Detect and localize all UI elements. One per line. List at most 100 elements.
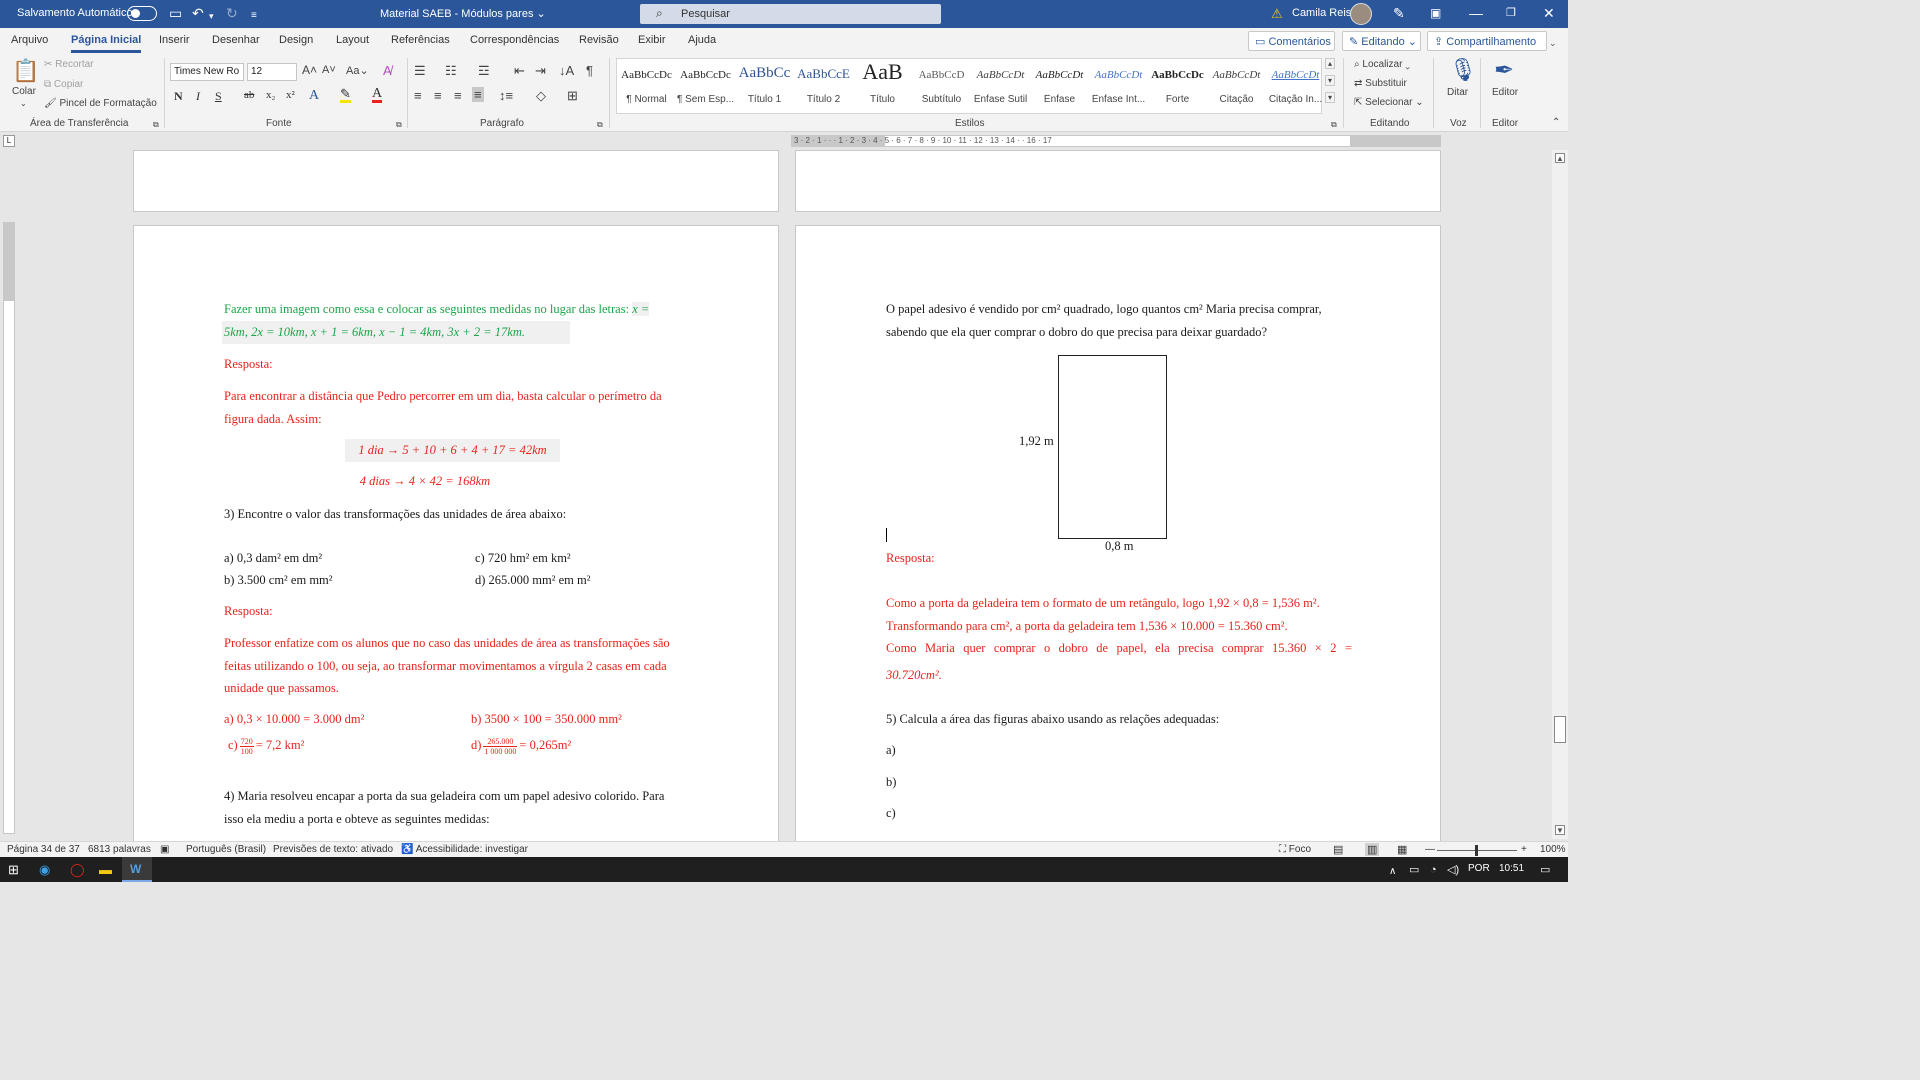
- zoom-level[interactable]: 100%: [1540, 844, 1566, 855]
- align-left-icon[interactable]: ≡: [414, 88, 422, 103]
- print-layout-icon[interactable]: ▥: [1365, 843, 1380, 856]
- style-citacao-intensa[interactable]: AaBbCcDt Citação In...: [1266, 59, 1325, 115]
- paste-button[interactable]: Colar: [12, 86, 36, 97]
- user-name[interactable]: Camila Reis: [1292, 7, 1351, 19]
- edge-icon[interactable]: ◉: [39, 862, 50, 877]
- subscript-icon[interactable]: x₂: [266, 89, 275, 101]
- share-button[interactable]: ⇪ Compartilhamento: [1427, 31, 1547, 51]
- numbering-icon[interactable]: ☷: [445, 63, 457, 79]
- answer-4-paragraph[interactable]: Como a porta da geladeira tem o formato …: [886, 592, 1352, 686]
- equation-one-day[interactable]: 1 dia → 5 + 10 + 6 + 4 + 17 = 42km: [345, 439, 560, 462]
- microphone-icon[interactable]: 🎙: [1449, 57, 1477, 83]
- tray-chevron-icon[interactable]: ∧: [1389, 864, 1396, 879]
- highlight-icon[interactable]: ✎: [340, 87, 351, 103]
- editing-mode-button[interactable]: ✎ Editando ⌄: [1342, 31, 1421, 51]
- style-normal[interactable]: AaBbCcDc ¶ Normal: [617, 59, 676, 115]
- vertical-ruler[interactable]: [3, 222, 15, 834]
- vertical-scrollbar[interactable]: ▲ ▼: [1552, 150, 1568, 839]
- editor-button[interactable]: Editor: [1492, 87, 1518, 98]
- question-5[interactable]: 5) Calcula a área das figuras abaixo usa…: [886, 708, 1219, 731]
- autosave-toggle[interactable]: [127, 6, 157, 21]
- align-right-icon[interactable]: ≡: [454, 88, 462, 103]
- web-layout-icon[interactable]: ▦: [1397, 843, 1407, 856]
- share-dropdown-icon[interactable]: ⌄: [1549, 35, 1557, 51]
- avatar[interactable]: [1350, 3, 1372, 25]
- tab-exibir[interactable]: Exibir: [638, 34, 666, 46]
- style-enfase-intensa[interactable]: AaBbCcDt Ênfase Int...: [1089, 59, 1148, 115]
- shading-icon[interactable]: ◇: [536, 88, 546, 104]
- paragraph-launcher-icon[interactable]: ⧉: [597, 120, 603, 130]
- select-button[interactable]: ⇱ Selecionar ⌄: [1354, 97, 1424, 108]
- bullets-icon[interactable]: ☰: [414, 63, 426, 79]
- format-painter-button[interactable]: 🖌 Pincel de Formatação: [44, 98, 157, 109]
- styles-more-icon[interactable]: ▾: [1325, 92, 1335, 103]
- styles-scroll-down-icon[interactable]: ▾: [1325, 75, 1335, 86]
- save-icon[interactable]: ▭: [169, 5, 182, 21]
- tab-inserir[interactable]: Inserir: [159, 34, 190, 46]
- question-5a[interactable]: a): [886, 739, 896, 762]
- warning-icon[interactable]: ⚠: [1271, 6, 1283, 22]
- question-5b[interactable]: b): [886, 771, 896, 794]
- strikethrough-icon[interactable]: ab: [244, 89, 254, 101]
- style-titulo[interactable]: AaB Título: [853, 59, 912, 115]
- instruction-paragraph[interactable]: Fazer uma imagem como essa e colocar as …: [224, 298, 694, 321]
- text-effects-icon[interactable]: A: [309, 88, 319, 104]
- notifications-icon[interactable]: ▭: [1540, 863, 1550, 878]
- answer-3c[interactable]: c) 720 100 = 7,2 km²: [228, 734, 304, 757]
- styles-scroll-up-icon[interactable]: ▴: [1325, 58, 1335, 69]
- answer-3b[interactable]: b) 3500 × 100 = 350.000 mm²: [471, 708, 622, 731]
- styles-launcher-icon[interactable]: ⧉: [1331, 120, 1337, 130]
- find-button[interactable]: ⌕ Localizar ⌄: [1354, 59, 1410, 70]
- copy-button[interactable]: ⧉ Copiar: [44, 79, 83, 90]
- paste-dropdown-icon[interactable]: ⌄: [20, 99, 27, 108]
- collapse-ribbon-icon[interactable]: ⌃: [1552, 117, 1560, 128]
- sort-icon[interactable]: ↓A: [559, 63, 574, 78]
- clear-formatting-icon[interactable]: A̸: [383, 63, 392, 78]
- question-3d[interactable]: d) 265.000 mm² em m²: [475, 569, 590, 592]
- comments-button[interactable]: ▭ Comentários: [1248, 31, 1335, 51]
- borders-icon[interactable]: ⊞: [567, 88, 578, 104]
- close-icon[interactable]: ✕: [1543, 5, 1555, 21]
- ribbon-display-icon[interactable]: ▣: [1430, 5, 1441, 21]
- style-citacao[interactable]: AaBbCcDt Citação: [1207, 59, 1266, 115]
- font-family-select[interactable]: Times New Ro: [170, 63, 244, 81]
- undo-icon[interactable]: ↶: [192, 5, 204, 21]
- font-color-icon[interactable]: A: [372, 87, 383, 103]
- style-titulo-1[interactable]: AaBbCc Título 1: [735, 59, 794, 115]
- zoom-in-icon[interactable]: +: [1521, 844, 1527, 855]
- tab-ajuda[interactable]: Ajuda: [688, 34, 716, 46]
- shrink-font-icon[interactable]: A˅: [322, 64, 336, 76]
- text-predictions-status[interactable]: Previsões de texto: ativado: [273, 844, 393, 855]
- answer-3a[interactable]: a) 0,3 × 10.000 = 3.000 dm²: [224, 708, 364, 731]
- equation-four-days[interactable]: 4 dias → 4 × 42 = 168km: [345, 470, 505, 493]
- instruction-measures-equation[interactable]: 5km, 2x = 10km, x + 1 = 6km, x − 1 = 4km…: [222, 321, 570, 344]
- dictate-button[interactable]: Ditar: [1447, 87, 1468, 98]
- justify-icon[interactable]: ≡: [472, 87, 484, 102]
- undo-dropdown-icon[interactable]: ▾: [209, 8, 214, 24]
- underline-icon[interactable]: S: [215, 89, 222, 104]
- tab-desenhar[interactable]: Desenhar: [212, 34, 260, 46]
- answer-3d[interactable]: d) 265.000 1 000 000 = 0,265m²: [471, 734, 571, 757]
- search-box[interactable]: ⌕ Pesquisar: [640, 4, 941, 24]
- question-3[interactable]: 3) Encontre o valor das transformações d…: [224, 503, 566, 526]
- zoom-slider-thumb[interactable]: [1475, 845, 1478, 856]
- minimize-icon[interactable]: —: [1469, 5, 1483, 21]
- clipboard-launcher-icon[interactable]: ⧉: [153, 120, 159, 130]
- style-enfase-sutil[interactable]: AaBbCcDt Ênfase Sutil: [971, 59, 1030, 115]
- cut-button[interactable]: ✂ Recortar: [44, 59, 94, 70]
- read-mode-icon[interactable]: ▤: [1333, 843, 1343, 856]
- replace-button[interactable]: ⇄ Substituir: [1354, 78, 1407, 89]
- language-status[interactable]: Português (Brasil): [186, 844, 266, 855]
- grow-font-icon[interactable]: A˄: [302, 63, 317, 77]
- scroll-down-icon[interactable]: ▼: [1555, 825, 1565, 835]
- align-center-icon[interactable]: ≡: [434, 88, 442, 103]
- editor-pen-icon[interactable]: ✒: [1494, 56, 1514, 85]
- scrollbar-thumb[interactable]: [1554, 716, 1566, 743]
- style-subtitulo[interactable]: AaBbCcD Subtítulo: [912, 59, 971, 115]
- question-3b[interactable]: b) 3.500 cm² em mm²: [224, 569, 333, 592]
- battery-icon[interactable]: ▭: [1409, 863, 1419, 878]
- pen-icon[interactable]: ✎: [1393, 5, 1405, 21]
- zoom-out-icon[interactable]: —: [1425, 844, 1435, 855]
- question-3a[interactable]: a) 0,3 dam² em dm²: [224, 547, 322, 570]
- tab-correspondencias[interactable]: Correspondências: [470, 34, 559, 46]
